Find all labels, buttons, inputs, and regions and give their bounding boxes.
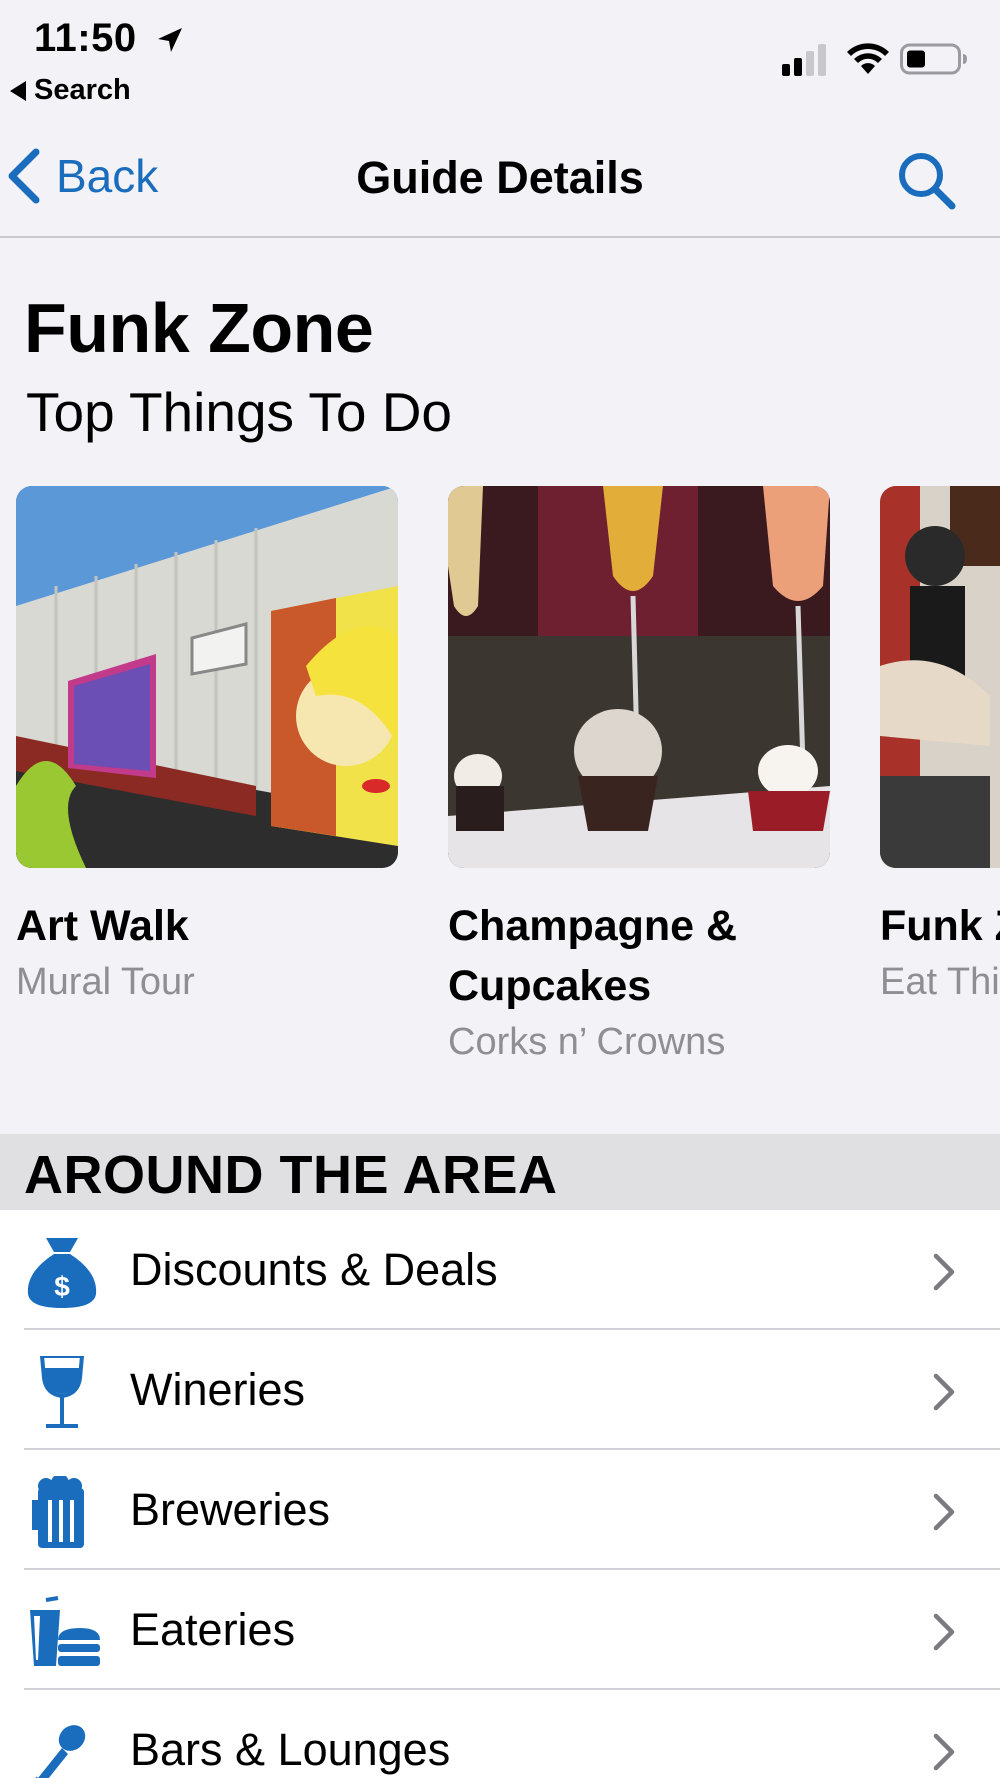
location-arrow-icon bbox=[158, 28, 182, 52]
carousel-card-champagne-cupcakes[interactable]: Champagne & Cupcakes Corks n’ Crowns bbox=[448, 486, 830, 1068]
list-item-label: Bars & Lounges bbox=[130, 1724, 451, 1775]
navigation-bar: Back Guide Details bbox=[0, 110, 1000, 238]
back-triangle-icon bbox=[10, 80, 26, 101]
chevron-right-icon bbox=[933, 1733, 955, 1771]
section-header: AROUND THE AREA bbox=[0, 1134, 1000, 1210]
list-item-wineries[interactable]: Wineries bbox=[0, 1330, 1000, 1450]
list-item-label: Wineries bbox=[130, 1364, 306, 1415]
search-icon[interactable] bbox=[896, 150, 958, 212]
card-title: Funk Zone Tour bbox=[880, 902, 1000, 950]
status-back-to-search[interactable]: Search bbox=[10, 74, 131, 107]
svg-text:$: $ bbox=[54, 1271, 70, 1302]
list-item-discounts-deals[interactable]: $ Discounts & Deals bbox=[0, 1210, 1000, 1330]
list-item-label: Breweries bbox=[130, 1484, 331, 1535]
wifi-icon bbox=[847, 43, 889, 74]
chevron-right-icon bbox=[933, 1373, 955, 1411]
card-title: Champagne & Cupcakes bbox=[448, 902, 738, 1010]
list-item-eateries[interactable]: Eateries bbox=[0, 1570, 1000, 1690]
champagne-cupcakes-photo bbox=[448, 486, 830, 868]
list-item-breweries[interactable]: Breweries bbox=[0, 1450, 1000, 1570]
card-subtitle: Eat This bbox=[880, 961, 1000, 1003]
money-bag-icon: $ bbox=[27, 1238, 97, 1308]
drink-burger-icon bbox=[30, 1596, 100, 1666]
app-screen: 11:50 Search Back Guide Details Funk Zon… bbox=[0, 0, 1000, 1778]
guide-subtitle: Top Things To Do bbox=[26, 381, 453, 443]
wine-glass-icon bbox=[39, 1356, 85, 1428]
beer-mug-icon bbox=[32, 1476, 84, 1548]
battery-icon bbox=[900, 43, 967, 75]
carousel-card-funk-zone-tour[interactable]: Funk Zone Tour Eat This bbox=[880, 486, 1000, 1008]
status-back-label: Search bbox=[34, 74, 131, 106]
card-title: Art Walk bbox=[16, 902, 189, 950]
section-title: AROUND THE AREA bbox=[24, 1145, 558, 1205]
page-title: Guide Details bbox=[356, 152, 644, 203]
cellular-signal-icon bbox=[782, 44, 826, 76]
chevron-right-icon bbox=[933, 1613, 955, 1651]
list-item-label: Discounts & Deals bbox=[130, 1244, 498, 1295]
area-category-list: $ Discounts & Deals Wineries Breweries E… bbox=[0, 1210, 1000, 1778]
chevron-right-icon bbox=[933, 1493, 955, 1531]
list-item-bars-lounges[interactable]: Bars & Lounges bbox=[0, 1690, 1000, 1778]
status-time: 11:50 bbox=[34, 16, 137, 60]
chevron-right-icon bbox=[933, 1253, 955, 1291]
card-subtitle: Mural Tour bbox=[16, 961, 195, 1003]
list-item-label: Eateries bbox=[130, 1604, 296, 1655]
guide-title: Funk Zone bbox=[24, 289, 374, 367]
card-subtitle: Corks n’ Crowns bbox=[448, 1021, 726, 1063]
status-bar: 11:50 Search bbox=[0, 0, 1000, 110]
art-walk-photo bbox=[16, 486, 398, 868]
carousel-card-art-walk[interactable]: Art Walk Mural Tour bbox=[16, 486, 398, 1008]
microphone-icon bbox=[35, 1725, 86, 1778]
funk-zone-tour-photo bbox=[880, 486, 1000, 868]
